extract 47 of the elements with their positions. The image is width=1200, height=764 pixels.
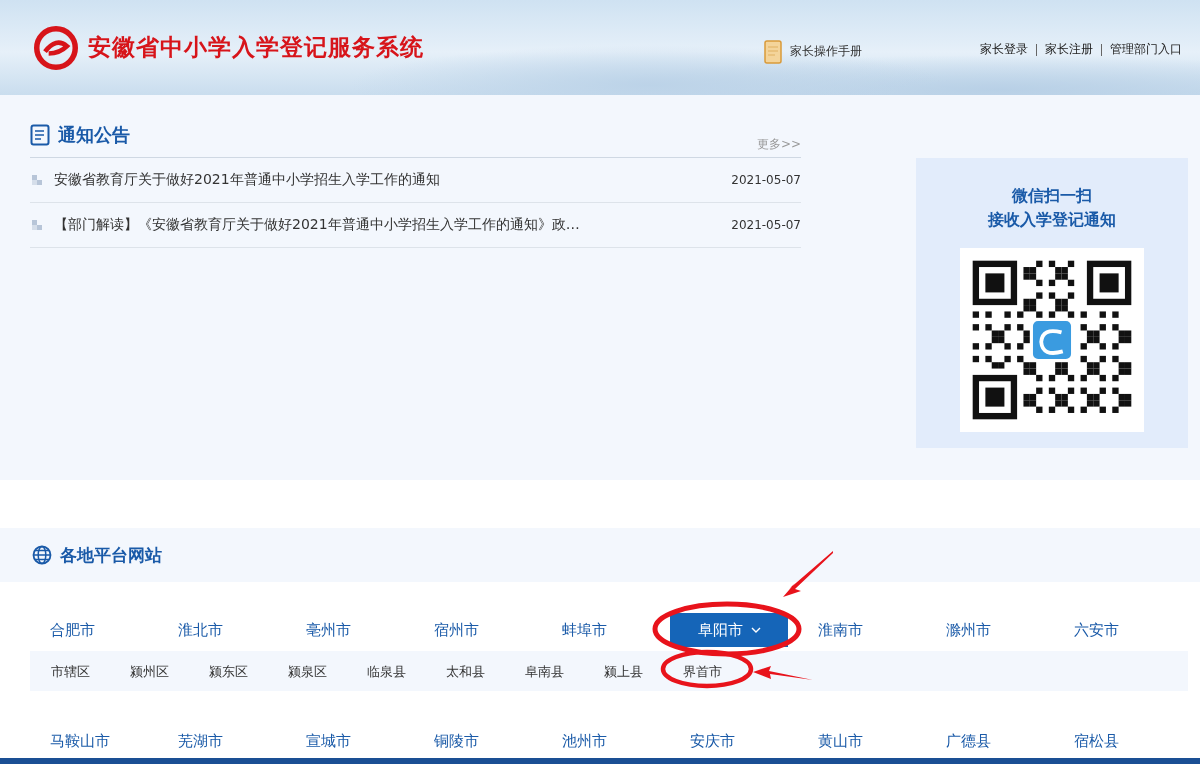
bullet-icon: [32, 175, 42, 185]
document-icon: [764, 39, 782, 64]
city-tab[interactable]: 安庆市: [670, 724, 755, 758]
header-link[interactable]: 家长注册: [1045, 41, 1093, 58]
section-title: 通知公告: [58, 123, 130, 147]
city-tab[interactable]: 六安市: [1054, 613, 1139, 647]
header-link[interactable]: 管理部门入口: [1110, 41, 1182, 58]
qr-caption: 接收入学登记通知: [988, 209, 1116, 231]
district-link[interactable]: 临泉县: [367, 664, 406, 679]
logo-icon: [32, 25, 80, 70]
city-tab[interactable]: 滁州市: [926, 613, 1011, 647]
notice-link[interactable]: 【部门解读】《安徽省教育厅关于做好2021年普通中小学招生入学工作的通知》政…: [54, 216, 732, 234]
globe-icon: [32, 545, 52, 565]
notice-date: 2021-05-07: [731, 218, 801, 232]
district-link[interactable]: 阜南县: [525, 664, 564, 679]
city-tab[interactable]: 池州市: [542, 724, 627, 758]
manual-link[interactable]: 家长操作手册: [764, 39, 862, 64]
caret-icon: [750, 627, 761, 633]
city-tab[interactable]: 黄山市: [798, 724, 883, 758]
district-link[interactable]: 颍州区: [130, 664, 169, 679]
district-link[interactable]: 颍泉区: [288, 664, 327, 679]
district-link[interactable]: 界首市: [683, 664, 722, 679]
city-tab[interactable]: 蚌埠市: [542, 613, 627, 647]
district-link[interactable]: 颍东区: [209, 664, 248, 679]
city-tab[interactable]: 阜阳市: [670, 613, 788, 647]
city-tab[interactable]: 宣城市: [286, 724, 371, 758]
city-tab[interactable]: 淮北市: [158, 613, 243, 647]
notice-date: 2021-05-07: [731, 173, 801, 187]
city-tab[interactable]: 宿州市: [414, 613, 499, 647]
notice-link[interactable]: 安徽省教育厅关于做好2021年普通中小学招生入学工作的通知: [54, 171, 732, 189]
header-link[interactable]: 家长登录: [980, 41, 1028, 58]
district-link[interactable]: 市辖区: [51, 664, 90, 679]
city-tab[interactable]: 淮南市: [798, 613, 883, 647]
city-tab[interactable]: 合肥市: [30, 613, 115, 647]
city-tab[interactable]: 马鞍山市: [30, 724, 130, 758]
site-title: 安徽省中小学入学登记服务系统: [88, 33, 424, 62]
district-link[interactable]: 颍上县: [604, 664, 643, 679]
city-tab[interactable]: 亳州市: [286, 613, 371, 647]
district-link[interactable]: 太和县: [446, 664, 485, 679]
bullet-icon: [32, 220, 42, 230]
city-tab[interactable]: 宿松县: [1054, 724, 1139, 758]
city-tab[interactable]: 铜陵市: [414, 724, 499, 758]
notepad-icon: [30, 124, 50, 146]
city-tab[interactable]: 广德县: [926, 724, 1011, 758]
section-title: 各地平台网站: [60, 543, 162, 567]
city-tab[interactable]: 芜湖市: [158, 724, 243, 758]
qr-caption: 微信扫一扫: [1012, 185, 1092, 207]
